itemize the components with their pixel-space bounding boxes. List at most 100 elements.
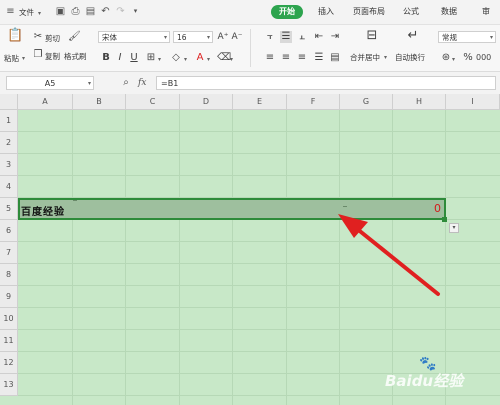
border-chevron-icon[interactable]: ▾	[158, 56, 161, 63]
hamburger-menu-icon[interactable]: ≡	[5, 6, 16, 17]
column-header-b[interactable]: B	[73, 94, 126, 110]
redo-icon[interactable]: ↷	[115, 6, 126, 17]
tab-start[interactable]: 开始	[271, 5, 303, 19]
font-color-icon[interactable]: A	[194, 52, 206, 64]
grid-column-line	[232, 110, 233, 405]
name-box[interactable]: A5	[6, 76, 94, 90]
row-header-13[interactable]: 13	[0, 374, 18, 396]
fill-color-icon[interactable]: ◇	[170, 52, 182, 64]
select-all-corner[interactable]	[0, 94, 18, 110]
copy-button[interactable]: 复制	[45, 51, 60, 62]
print-icon[interactable]: ⎙	[70, 6, 81, 17]
cut-icon[interactable]: ✂	[32, 31, 44, 43]
quick-access-chevron-icon[interactable]: ▾	[130, 6, 141, 17]
number-format-chevron-icon: ▾	[489, 34, 493, 41]
align-bottom-icon[interactable]: ⫠	[296, 31, 308, 43]
column-header-f[interactable]: F	[287, 94, 340, 110]
underline-button[interactable]: U	[128, 52, 140, 64]
align-middle-icon[interactable]: ☰	[280, 31, 292, 43]
font-size-chevron-icon: ▾	[206, 34, 210, 41]
clear-format-icon[interactable]: ⌫	[217, 52, 231, 64]
bold-button[interactable]: B	[100, 52, 112, 64]
save-icon[interactable]: ▣	[55, 6, 66, 17]
copy-icon[interactable]: ❐	[32, 49, 44, 61]
grid-row-line	[18, 131, 500, 132]
merge-center-icon[interactable]: ⊟	[364, 29, 380, 46]
align-center-icon[interactable]: ≡	[280, 52, 292, 64]
align-left-icon[interactable]: ≡	[264, 52, 276, 64]
cut-button[interactable]: 剪切	[45, 33, 60, 44]
decrease-font-icon[interactable]: A⁻	[231, 31, 243, 43]
zoom-formula-icon[interactable]: ⌕	[120, 77, 132, 89]
italic-button[interactable]: I	[114, 52, 126, 64]
column-header-c[interactable]: C	[126, 94, 180, 110]
tab-insert[interactable]: 插入	[313, 5, 339, 19]
formula-input[interactable]: =B1	[156, 76, 496, 90]
tab-data[interactable]: 数据	[436, 5, 462, 19]
tab-page-layout[interactable]: 页面布局	[349, 5, 389, 19]
thousands-separator-icon[interactable]: 000	[476, 52, 491, 64]
row-header-1[interactable]: 1	[0, 110, 18, 132]
paste-icon[interactable]: 📋	[7, 29, 23, 46]
row-header-10[interactable]: 10	[0, 308, 18, 330]
distributed-align-icon[interactable]: ▤	[329, 52, 341, 64]
tab-formulas[interactable]: 公式	[398, 5, 424, 19]
paste-button[interactable]: 粘贴	[4, 53, 19, 64]
font-name-combo[interactable]: 宋体 ▾	[98, 31, 170, 43]
cell-b5-marker	[73, 200, 77, 205]
row-header-3[interactable]: 3	[0, 154, 18, 176]
row-header-2[interactable]: 2	[0, 132, 18, 154]
font-color-chevron-icon[interactable]: ▾	[207, 56, 210, 63]
paste-chevron-icon[interactable]: ▾	[22, 55, 25, 62]
font-size-combo[interactable]: 16 ▾	[173, 31, 213, 43]
row-header-6[interactable]: 6	[0, 220, 18, 242]
wrap-text-button[interactable]: 自动换行	[395, 52, 425, 63]
cell-a5[interactable]: 百度经验	[21, 203, 65, 218]
row-header-7[interactable]: 7	[0, 242, 18, 264]
row-header-8[interactable]: 8	[0, 264, 18, 286]
ribbon-toolbar: 📋 粘贴 ▾ ✂ 剪切 ❐ 复制 🖌 格式刷 宋体 ▾ 16 ▾ A⁺ A⁻ B…	[0, 25, 500, 72]
currency-format-icon[interactable]: ⊛	[440, 52, 452, 64]
number-format-combo[interactable]: 常规 ▾	[438, 31, 496, 43]
grid-row-line	[18, 175, 500, 176]
spreadsheet-grid[interactable]: ABCDEFGHI 1 2 3 4 5 6 7 8 9 10 11 12 13 百度经验 0 ▾ Bai…	[0, 94, 500, 405]
file-menu[interactable]: 文件	[19, 7, 34, 18]
row-header-12[interactable]: 12	[0, 352, 18, 374]
tab-review[interactable]: 审	[476, 5, 496, 19]
merge-center-button[interactable]: 合并居中	[350, 52, 380, 63]
fill-color-chevron-icon[interactable]: ▾	[184, 56, 187, 63]
fx-icon[interactable]: fx	[138, 78, 146, 88]
column-header-i[interactable]: I	[446, 94, 500, 110]
row-header-9[interactable]: 9	[0, 286, 18, 308]
ribbon-divider	[250, 29, 251, 67]
font-name-chevron-icon: ▾	[163, 34, 167, 41]
percent-format-icon[interactable]: %	[462, 52, 474, 64]
currency-chevron-icon[interactable]: ▾	[452, 56, 455, 63]
file-menu-chevron-icon[interactable]: ▾	[38, 10, 41, 17]
print-preview-icon[interactable]: ▤	[85, 6, 96, 17]
baidu-watermark: Baidu经验 🐾	[385, 356, 497, 396]
align-top-icon[interactable]: ⫟	[264, 31, 276, 43]
row-header-4[interactable]: 4	[0, 176, 18, 198]
grid-column-line	[286, 110, 287, 405]
column-header-a[interactable]: A	[18, 94, 73, 110]
clear-format-chevron-icon[interactable]: ▾	[230, 56, 233, 63]
indent-decrease-icon[interactable]: ⇤	[313, 31, 325, 43]
column-header-g[interactable]: G	[340, 94, 393, 110]
row-header-5[interactable]: 5	[0, 198, 18, 220]
justify-icon[interactable]: ☰	[313, 52, 325, 64]
format-painter-icon[interactable]: 🖌	[68, 31, 81, 43]
merge-center-chevron-icon[interactable]: ▾	[384, 54, 387, 61]
increase-font-icon[interactable]: A⁺	[217, 31, 229, 43]
format-painter-button[interactable]: 格式刷	[64, 51, 87, 62]
border-icon[interactable]: ⊞	[145, 52, 157, 64]
column-header-e[interactable]: E	[233, 94, 287, 110]
row-header-11[interactable]: 11	[0, 330, 18, 352]
align-right-icon[interactable]: ≡	[296, 52, 308, 64]
name-box-chevron-icon[interactable]: ▾	[88, 80, 91, 87]
undo-icon[interactable]: ↶	[100, 6, 111, 17]
column-header-d[interactable]: D	[180, 94, 233, 110]
wrap-text-icon[interactable]: ↵	[405, 29, 421, 46]
column-header-h[interactable]: H	[393, 94, 446, 110]
indent-increase-icon[interactable]: ⇥	[329, 31, 341, 43]
